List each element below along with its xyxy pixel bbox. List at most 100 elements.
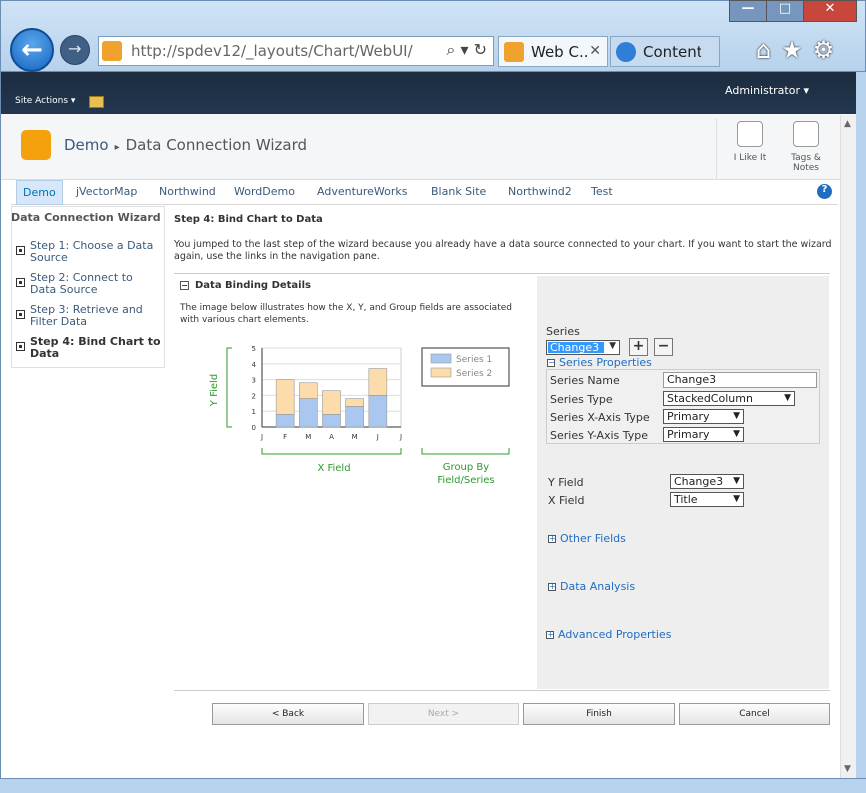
site-actions-menu[interactable]: Site Actions ▾ [15, 96, 75, 106]
address-bar[interactable]: http://spdev12/_layouts/Chart/WebUI/Wiza… [98, 36, 494, 66]
series-name-input[interactable]: Change3 [663, 372, 817, 388]
top-navigation: Demo jVectorMap Northwind WordDemo Adven… [11, 180, 838, 205]
minimize-button[interactable]: — [729, 0, 767, 22]
finish-button[interactable]: Finish [523, 703, 675, 725]
y-field-select[interactable]: Change3 ▼ [670, 474, 744, 489]
url-text[interactable]: http://spdev12/_layouts/Chart/WebUI/Wiza [131, 42, 413, 60]
group-field-bracket [421, 448, 510, 455]
bar-series-1 [275, 414, 295, 428]
wizard-step-4-current[interactable]: Step 4: Bind Chart to Data [30, 336, 162, 360]
remove-series-button[interactable]: − [654, 338, 673, 356]
x-field-select[interactable]: Title ▼ [670, 492, 744, 507]
topnav-northwind2[interactable]: Northwind2 [508, 185, 572, 198]
site-logo-icon[interactable] [21, 130, 51, 160]
chart-illustration: 0 1 2 3 4 5 J F M A M J J Series 1 Series 2 Y Field X Fi… [209, 345, 510, 486]
legend-swatch [430, 367, 452, 378]
maximize-button[interactable]: □ [766, 0, 804, 22]
series-selected-value: Change3 [548, 342, 604, 353]
navigate-up-folder-icon[interactable] [89, 96, 104, 108]
y-tick-label: 1 [252, 408, 256, 416]
x-tick-label: J [376, 433, 379, 441]
wizard-step-2[interactable]: Step 2: Connect to Data Source [30, 272, 162, 296]
home-icon[interactable]: ⌂ [756, 36, 781, 64]
favorites-star-icon[interactable]: ★ [781, 36, 813, 64]
scroll-up-icon[interactable]: ▲ [844, 119, 851, 129]
x-tick-label: M [305, 433, 311, 441]
back-button[interactable]: ← [10, 28, 54, 72]
topnav-adventureworks[interactable]: AdventureWorks [317, 185, 407, 198]
x-axis-type-select[interactable]: Primary ▼ [663, 409, 744, 424]
tab-label: Content i... [643, 43, 701, 61]
breadcrumb-demo-link[interactable]: Demo [64, 136, 109, 154]
tab-content[interactable]: Content i... [610, 36, 720, 67]
tags-notes-button[interactable]: Tags & Notes [781, 121, 831, 173]
wizard-step-3[interactable]: Step 3: Retrieve and Filter Data [30, 304, 162, 328]
forward-arrow-icon: → [68, 39, 82, 58]
chevron-down-icon: ▼ [733, 429, 740, 439]
y-tick-label: 5 [252, 345, 256, 353]
x-field-label: X Field [548, 494, 585, 507]
topnav-northwind[interactable]: Northwind [159, 185, 216, 198]
thumbs-tag-icon [737, 121, 763, 147]
close-window-button[interactable]: ✕ [803, 0, 857, 22]
series-properties-toggle[interactable]: − Series Properties [547, 356, 652, 369]
step-title: Step 4: Bind Chart to Data [174, 214, 323, 225]
breadcrumb-separator-icon: ▸ [114, 142, 120, 153]
search-refresh-icons[interactable]: ⌕ ▾ ↻ [446, 40, 487, 60]
y-tick-label: 4 [252, 361, 257, 369]
tab-web-chart[interactable]: Web C... ✕ [498, 36, 608, 67]
step-bullet-icon [16, 310, 25, 319]
y-axis-type-select[interactable]: Primary ▼ [663, 427, 744, 442]
section-description: The image below illustrates how the X, Y… [180, 303, 512, 325]
advanced-properties-toggle[interactable]: + Advanced Properties [546, 628, 671, 641]
series-select[interactable]: Change3 ▼ [546, 340, 620, 355]
wizard-step-1[interactable]: Step 1: Choose a Data Source [30, 240, 162, 264]
tab-close-icon[interactable]: ✕ [589, 43, 601, 59]
i-like-it-button[interactable]: I Like It [725, 121, 775, 163]
divider [174, 690, 830, 691]
page-title: Data Connection Wizard [125, 136, 307, 154]
tags-notes-label: Tags & Notes [791, 153, 821, 173]
legend-label: Series 2 [456, 369, 492, 379]
expand-icon[interactable]: + [548, 535, 556, 543]
browser-toolbar-icons[interactable]: ⌂★⚙ [756, 36, 844, 64]
other-fields-toggle[interactable]: + Other Fields [548, 532, 626, 545]
help-icon[interactable]: ? [817, 184, 832, 199]
next-button[interactable]: Next > [368, 703, 519, 725]
cancel-button[interactable]: Cancel [679, 703, 830, 725]
data-analysis-toggle[interactable]: + Data Analysis [548, 580, 635, 593]
collapse-icon[interactable]: − [180, 280, 189, 290]
x-tick-label: J [399, 433, 402, 441]
topnav-blank-site[interactable]: Blank Site [431, 185, 486, 198]
step-bullet-icon [16, 278, 25, 287]
vertical-scrollbar[interactable]: ▲ ▼ [840, 115, 856, 778]
user-menu[interactable]: Administrator ▾ [725, 84, 809, 97]
legend-swatch [430, 353, 452, 364]
forward-button[interactable]: → [60, 35, 90, 65]
bar-series-2 [345, 398, 364, 407]
window-controls: — □ ✕ [729, 0, 857, 22]
back-button[interactable]: < Back [212, 703, 364, 725]
y-axis-type-label: Series Y-Axis Type [550, 429, 649, 442]
series-type-select[interactable]: StackedColumn ▼ [663, 391, 795, 406]
step-bullet-icon [16, 246, 25, 255]
add-series-button[interactable]: + [629, 338, 648, 356]
collapse-icon[interactable]: − [547, 359, 555, 367]
topnav-worddemo[interactable]: WordDemo [234, 185, 295, 198]
chevron-down-icon: ▼ [609, 341, 616, 351]
data-binding-section-header[interactable]: − Data Binding Details [180, 280, 311, 291]
scroll-down-icon[interactable]: ▼ [844, 764, 851, 774]
x-tick-label: M [352, 433, 358, 441]
expand-icon[interactable]: + [548, 583, 556, 591]
topnav-demo[interactable]: Demo [16, 180, 63, 205]
expand-icon[interactable]: + [546, 631, 554, 639]
site-favicon-icon [102, 41, 122, 61]
chevron-down-icon: ▼ [733, 476, 740, 486]
gear-icon[interactable]: ⚙ [813, 36, 845, 64]
y-field-label: Y Field [548, 476, 584, 489]
y-axis-type-value: Primary [667, 428, 710, 441]
y-field-bracket [226, 347, 232, 428]
topnav-test[interactable]: Test [591, 185, 613, 198]
x-tick-label: A [329, 433, 334, 441]
topnav-jvectormap[interactable]: jVectorMap [76, 185, 137, 198]
